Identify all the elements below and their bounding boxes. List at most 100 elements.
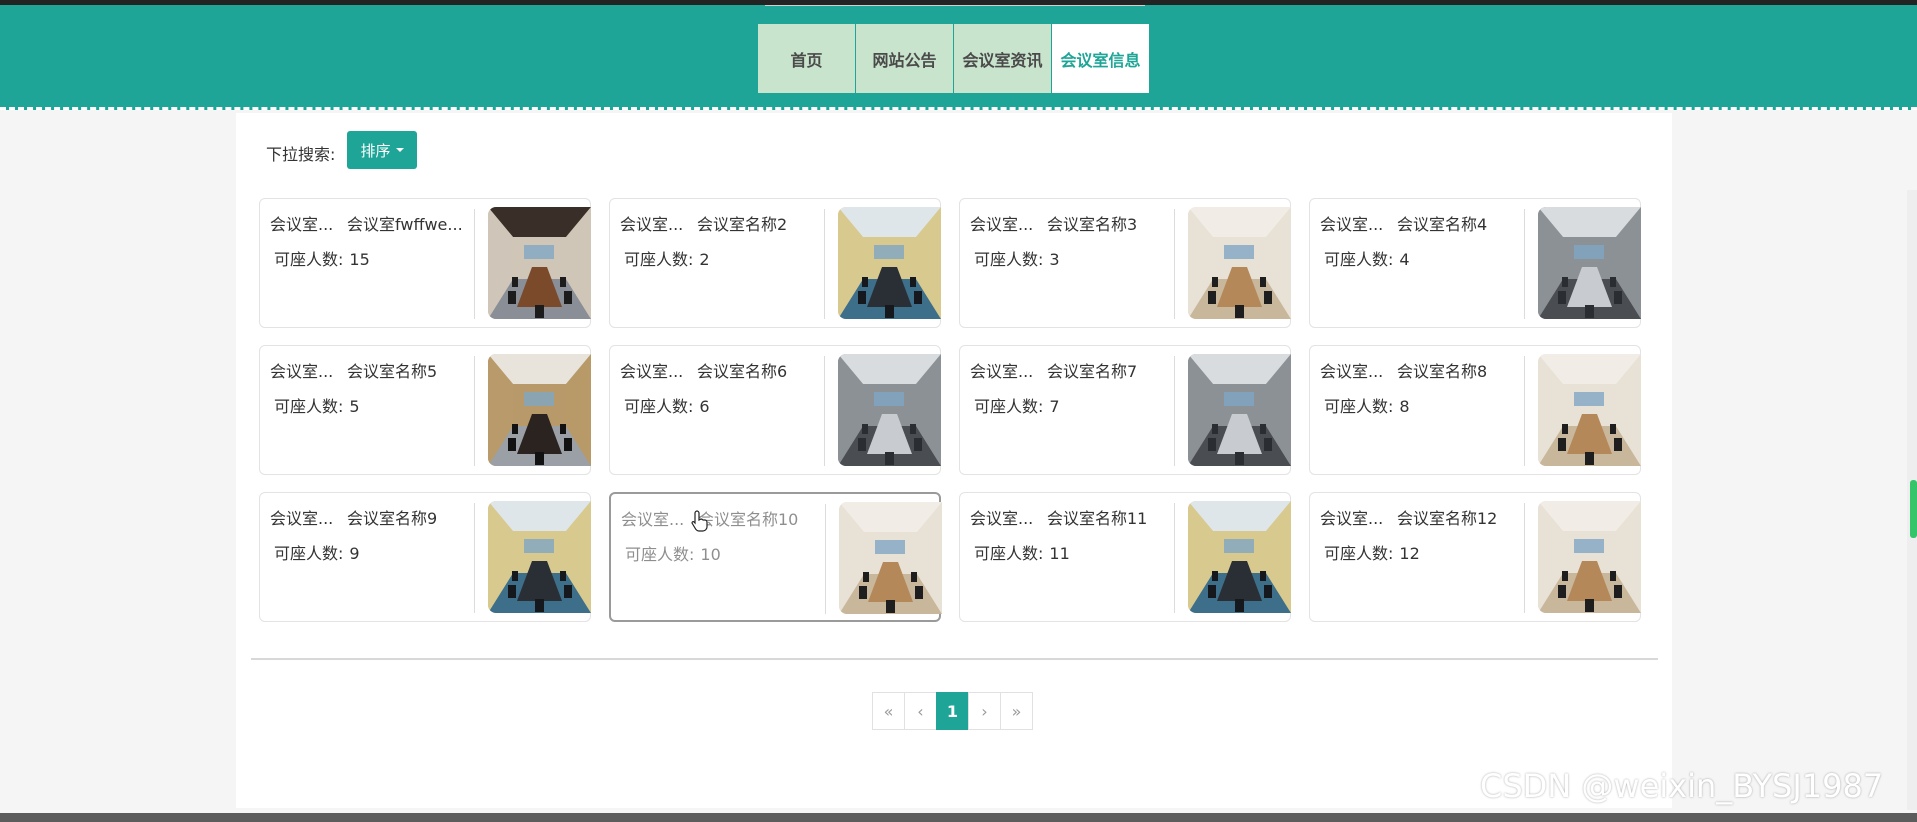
card-divider: [474, 503, 475, 613]
seats-value: 4: [1399, 250, 1410, 269]
room-card[interactable]: 会议室... 会议室名称3 可座人数: 3: [959, 198, 1291, 328]
card-divider: [824, 356, 825, 466]
seats-label: 可座人数:: [1324, 544, 1394, 563]
room-name: 会议室名称10: [698, 510, 799, 529]
nav-item-home[interactable]: 首页: [758, 24, 855, 93]
seats-value: 2: [699, 250, 710, 269]
room-name: 会议室名称6: [697, 362, 788, 381]
seats-label: 可座人数:: [274, 397, 344, 416]
seats-value: 9: [349, 544, 360, 563]
seats-label: 可座人数:: [1324, 397, 1394, 416]
room-seats-row: 可座人数: 10: [625, 541, 821, 565]
room-name: 会议室名称3: [1047, 215, 1138, 234]
room-thumbnail[interactable]: [1188, 354, 1291, 466]
current-page-button[interactable]: 1: [936, 692, 969, 730]
room-seats-row: 可座人数: 12: [1324, 540, 1520, 564]
room-thumbnail[interactable]: [838, 207, 941, 319]
room-name: 会议室名称5: [347, 362, 438, 381]
room-seats-row: 可座人数: 8: [1324, 393, 1520, 417]
room-card[interactable]: 会议室... 会议室名称9 可座人数: 9: [259, 492, 591, 622]
room-card-info: 会议室... 会议室名称9 可座人数: 9: [270, 505, 470, 564]
room-card[interactable]: 会议室... 会议室名称7 可座人数: 7: [959, 345, 1291, 475]
seats-label: 可座人数:: [274, 250, 344, 269]
first-page-button[interactable]: «: [872, 692, 905, 730]
room-card-info: 会议室... 会议室名称7 可座人数: 7: [970, 358, 1170, 417]
next-page-button[interactable]: ›: [968, 692, 1001, 730]
room-category: 会议室...: [970, 362, 1034, 381]
sort-button-label: 排序: [360, 141, 391, 160]
room-card-info: 会议室... 会议室名称6 可座人数: 6: [620, 358, 820, 417]
nav-item-room-news[interactable]: 会议室资讯: [954, 24, 1051, 93]
room-title-row: 会议室... 会议室名称5: [270, 358, 470, 382]
room-thumbnail[interactable]: [488, 207, 591, 319]
room-card-info: 会议室... 会议室名称4 可座人数: 4: [1320, 211, 1520, 270]
seats-value: 12: [1399, 544, 1420, 563]
card-divider: [825, 504, 826, 614]
nav-item-room-info[interactable]: 会议室信息: [1052, 24, 1149, 93]
room-title-row: 会议室... 会议室名称8: [1320, 358, 1520, 382]
room-card[interactable]: 会议室... 会议室名称12 可座人数: 12: [1309, 492, 1641, 622]
room-name: 会议室fwffwe...: [347, 215, 463, 234]
seats-label: 可座人数:: [274, 544, 344, 563]
card-divider: [474, 209, 475, 319]
room-thumbnail[interactable]: [1188, 207, 1291, 319]
seats-value: 11: [1049, 544, 1070, 563]
room-card[interactable]: 会议室... 会议室名称6 可座人数: 6: [609, 345, 941, 475]
room-category: 会议室...: [620, 362, 684, 381]
room-card-info: 会议室... 会议室名称12 可座人数: 12: [1320, 505, 1520, 564]
section-divider: [251, 658, 1658, 660]
seats-value: 10: [700, 545, 721, 564]
sort-dropdown-button[interactable]: 排序: [347, 131, 417, 169]
card-divider: [1524, 503, 1525, 613]
last-page-button[interactable]: »: [1000, 692, 1033, 730]
card-divider: [824, 209, 825, 319]
room-title-row: 会议室... 会议室名称11: [970, 505, 1170, 529]
seats-label: 可座人数:: [974, 397, 1044, 416]
room-title-row: 会议室... 会议室名称4: [1320, 211, 1520, 235]
room-thumbnail[interactable]: [488, 354, 591, 466]
scrollbar-thumb[interactable]: [1910, 480, 1917, 538]
room-name: 会议室名称9: [347, 509, 438, 528]
room-category: 会议室...: [270, 509, 334, 528]
room-card[interactable]: 会议室... 会议室fwffwe... 可座人数: 15: [259, 198, 591, 328]
pagination: « ‹ 1 › »: [872, 692, 1033, 730]
room-card[interactable]: 会议室... 会议室名称4 可座人数: 4: [1309, 198, 1641, 328]
room-thumbnail[interactable]: [839, 502, 942, 614]
room-category: 会议室...: [1320, 215, 1384, 234]
room-title-row: 会议室... 会议室名称2: [620, 211, 820, 235]
room-seats-row: 可座人数: 2: [624, 246, 820, 270]
room-title-row: 会议室... 会议室名称10: [621, 506, 821, 530]
room-card[interactable]: 会议室... 会议室名称2 可座人数: 2: [609, 198, 941, 328]
room-category: 会议室...: [970, 215, 1034, 234]
room-title-row: 会议室... 会议室名称3: [970, 211, 1170, 235]
room-thumbnail[interactable]: [1538, 207, 1641, 319]
room-thumbnail[interactable]: [488, 501, 591, 613]
room-card-info: 会议室... 会议室名称3 可座人数: 3: [970, 211, 1170, 270]
prev-page-button[interactable]: ‹: [904, 692, 937, 730]
seats-value: 3: [1049, 250, 1060, 269]
room-name: 会议室名称7: [1047, 362, 1138, 381]
seats-label: 可座人数:: [624, 397, 694, 416]
seats-label: 可座人数:: [974, 544, 1044, 563]
room-card[interactable]: 会议室... 会议室名称8 可座人数: 8: [1309, 345, 1641, 475]
seats-value: 15: [349, 250, 370, 269]
main-content: 下拉搜索: 排序 会议室... 会议室fwffwe... 可座人数: 15 会议室...…: [236, 113, 1672, 808]
main-nav: 首页 网站公告 会议室资讯 会议室信息: [758, 24, 1150, 93]
room-card[interactable]: 会议室... 会议室名称10 可座人数: 10: [609, 492, 942, 622]
room-thumbnail[interactable]: [1538, 354, 1641, 466]
nav-item-announcements[interactable]: 网站公告: [856, 24, 953, 93]
room-card[interactable]: 会议室... 会议室名称11 可座人数: 11: [959, 492, 1291, 622]
seats-label: 可座人数:: [974, 250, 1044, 269]
caret-down-icon: [395, 148, 404, 152]
room-thumbnail[interactable]: [838, 354, 941, 466]
card-divider: [1524, 209, 1525, 319]
room-thumbnail[interactable]: [1538, 501, 1641, 613]
card-divider: [1174, 209, 1175, 319]
nav-top-line: [765, 5, 1145, 6]
room-thumbnail[interactable]: [1188, 501, 1291, 613]
card-divider: [474, 356, 475, 466]
room-name: 会议室名称8: [1397, 362, 1488, 381]
room-category: 会议室...: [270, 362, 334, 381]
room-category: 会议室...: [270, 215, 334, 234]
room-card[interactable]: 会议室... 会议室名称5 可座人数: 5: [259, 345, 591, 475]
